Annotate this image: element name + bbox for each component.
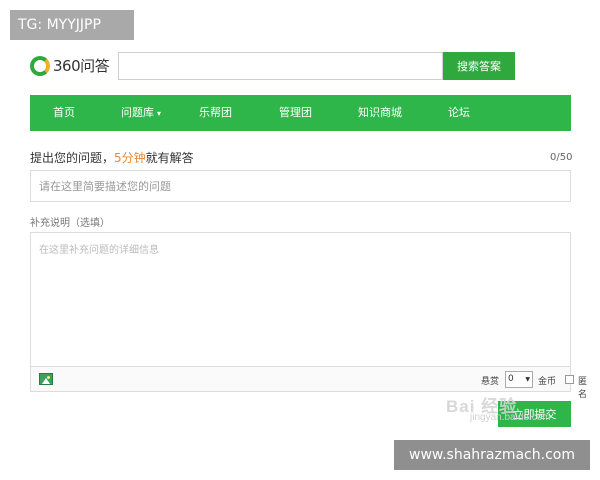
reward-value: 0	[508, 374, 514, 384]
search-button[interactable]: 搜索答案	[443, 52, 515, 80]
coin-label: 金币	[538, 377, 557, 387]
watermark-bottom-right: www.shahrazmach.com	[394, 440, 590, 470]
reward-label: 悬赏	[481, 377, 500, 387]
chevron-down-icon: ▼	[525, 376, 530, 383]
question-heading-highlight: 5分钟	[114, 151, 146, 165]
anonymous-checkbox[interactable]	[565, 375, 574, 384]
logo[interactable]: 360问答	[30, 55, 110, 76]
logo-text: 360问答	[53, 57, 110, 75]
question-heading: 提出您的问题，5分钟就有解答	[30, 149, 194, 166]
logo-ring-icon	[30, 55, 50, 76]
question-char-counter: 0/50	[550, 152, 573, 163]
nav-item-label: 问题库	[121, 106, 154, 119]
chevron-down-icon: ▾	[157, 109, 162, 118]
nav-item-admin-team[interactable]: 管理团	[279, 95, 312, 131]
nav-bar: 首页 问题库 ▾ 乐帮团 管理团 知识商城 论坛	[30, 95, 571, 131]
image-icon[interactable]	[39, 373, 53, 385]
search-input[interactable]	[118, 52, 443, 80]
question-heading-suffix: 就有解答	[145, 151, 194, 165]
anonymous-label: 匿名	[578, 377, 588, 400]
nav-item-help-team[interactable]: 乐帮团	[199, 95, 232, 131]
nav-item-forum[interactable]: 论坛	[448, 95, 470, 131]
detail-textarea[interactable]	[30, 232, 571, 366]
editor-toolbar: 悬赏 0 ▼ 金币 匿名	[30, 366, 587, 400]
question-heading-prefix: 提出您的问题，	[30, 151, 115, 165]
baidu-watermark-url: jingyan.baidu.com	[470, 412, 551, 423]
nav-item-home[interactable]: 首页	[53, 95, 75, 131]
detail-label: 补充说明（选填）	[30, 218, 110, 229]
watermark-top-left: TG: MYYJJPP	[10, 10, 134, 40]
nav-item-knowledge-mall[interactable]: 知识商城	[358, 95, 402, 131]
reward-select[interactable]: 0 ▼	[505, 371, 533, 388]
nav-item-question-library[interactable]: 问题库 ▾	[121, 95, 161, 131]
question-input[interactable]	[30, 170, 571, 202]
